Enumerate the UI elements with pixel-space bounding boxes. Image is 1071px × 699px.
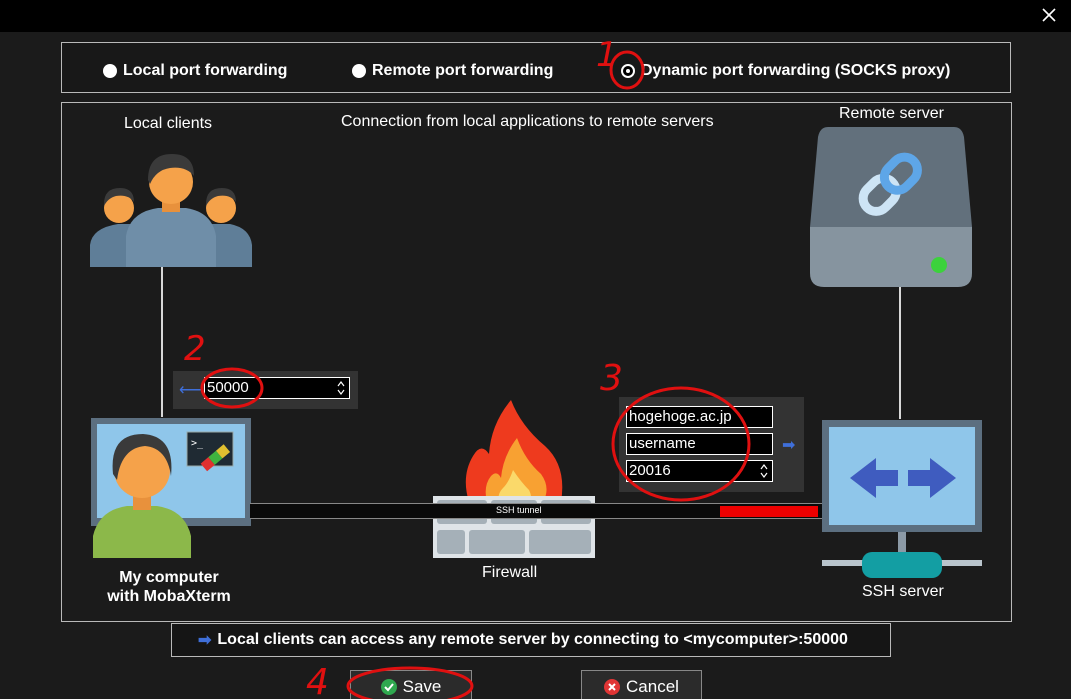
radio-remote-forwarding[interactable]: Remote port forwarding [352,62,553,80]
spin-arrows-icon[interactable] [758,462,770,480]
diagram-caption: Connection from local applications to re… [341,113,714,130]
radio-dynamic-label: Dynamic port forwarding (SOCKS proxy) [641,62,951,79]
save-button[interactable]: Save [350,670,472,699]
firewall-label: Firewall [482,564,538,581]
ssh-server-label: SSH server [862,583,944,600]
check-icon [380,679,397,695]
local-clients-label: Local clients [124,115,213,132]
ssh-host-value: hogehoge.ac.jp [629,408,732,425]
arrow-left-icon: ⟵ [179,382,202,399]
remote-server-label: Remote server [839,105,944,122]
local-port-input[interactable]: 50000 [204,377,350,399]
svg-text:>_: >_ [191,438,204,449]
my-computer-line2: with MobaXterm [107,588,231,605]
radio-local-forwarding[interactable]: Local port forwarding [103,62,287,80]
my-computer-icon: >_ [91,418,251,558]
local-clients-icon [90,154,252,267]
spin-arrows-icon[interactable] [335,379,347,397]
firewall-icon [433,400,595,558]
radio-unchecked-icon [352,64,366,78]
radio-dynamic-forwarding[interactable]: Dynamic port forwarding (SOCKS proxy) [621,62,950,80]
ssh-port-input[interactable]: 20016 [626,460,773,482]
arrow-right-icon: ➡ [782,437,796,454]
radio-checked-icon [621,64,635,78]
ssh-server-icon [822,420,982,578]
ssh-tunnel-label: SSH tunnel [496,505,542,515]
server-link-line [899,287,901,419]
close-icon[interactable] [1039,5,1059,25]
tunnel-status-indicator [720,506,818,517]
client-link-line [161,267,163,417]
title-bar [0,0,1071,32]
info-arrow-icon: ➡ [198,632,212,649]
cancel-icon [604,679,621,695]
info-text: Local clients can access any remote serv… [217,631,848,648]
ssh-host-input[interactable]: hogehoge.ac.jp [626,406,773,428]
local-port-value: 50000 [207,379,249,396]
my-computer-line1: My computer [119,569,219,586]
forwarding-type-group: Local port forwarding Remote port forwar… [61,42,1011,93]
remote-server-icon [810,127,972,287]
cancel-button[interactable]: Cancel [581,670,702,699]
ssh-tunnel-bar: SSH tunnel [250,503,822,519]
save-button-label: Save [402,677,442,696]
ssh-username-value: username [629,435,696,452]
ssh-username-input[interactable]: username [626,433,773,455]
radio-unchecked-icon [103,64,117,78]
radio-local-label: Local port forwarding [123,62,288,79]
info-bar: ➡ Local clients can access any remote se… [171,623,891,657]
ssh-port-value: 20016 [629,462,671,479]
radio-remote-label: Remote port forwarding [372,62,554,79]
my-computer-label: My computer with MobaXterm [104,568,234,606]
cancel-button-label: Cancel [626,677,679,696]
